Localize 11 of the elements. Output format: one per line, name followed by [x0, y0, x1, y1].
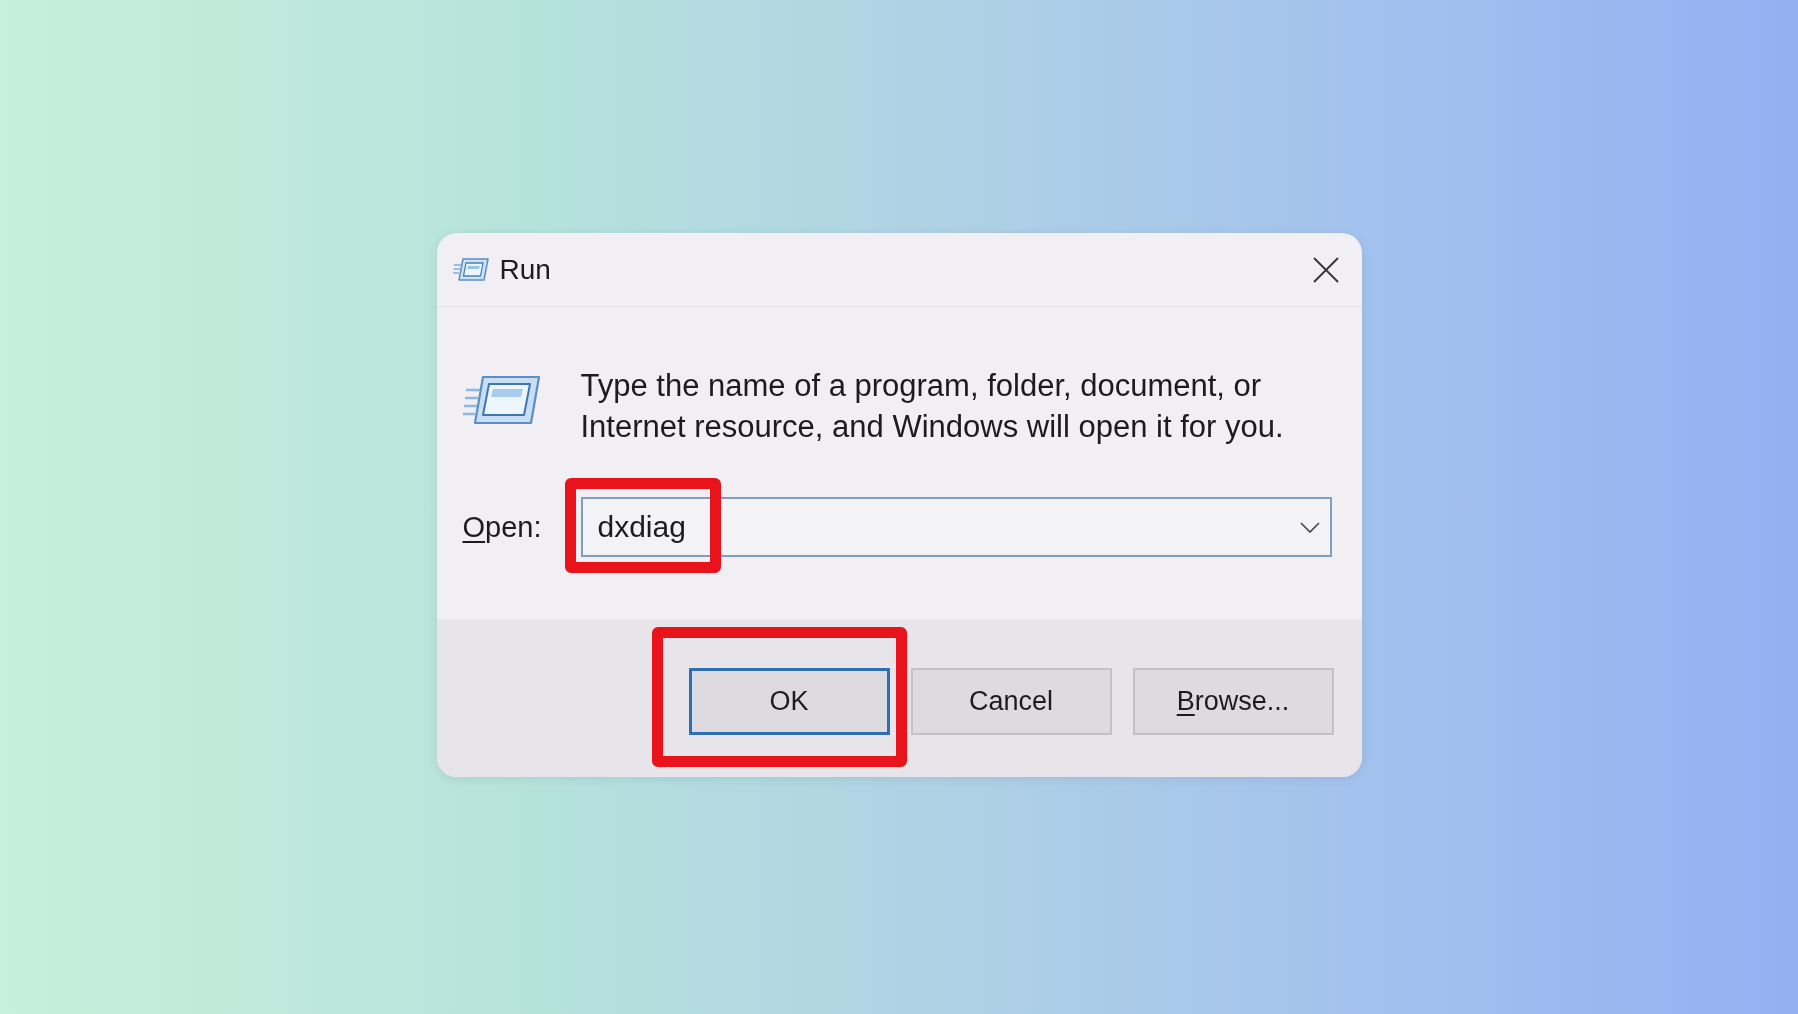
- command-field[interactable]: dxdiag: [580, 497, 1332, 557]
- instruction-text: Type the name of a program, folder, document, or Internet resource, and Windows will open it for you.: [580, 367, 1285, 446]
- dialog-button[interactable]: OK: [688, 668, 890, 735]
- field-label: Open:: [462, 510, 542, 544]
- dialog-button[interactable]: Cancel: [910, 668, 1112, 735]
- window-icon: [462, 374, 541, 427]
- chevron-down-icon[interactable]: [1299, 522, 1320, 533]
- window-title: Run: [499, 253, 551, 286]
- dialog-button[interactable]: Browse...: [1132, 668, 1334, 735]
- close-icon: [1312, 256, 1339, 283]
- window-icon: [452, 257, 489, 282]
